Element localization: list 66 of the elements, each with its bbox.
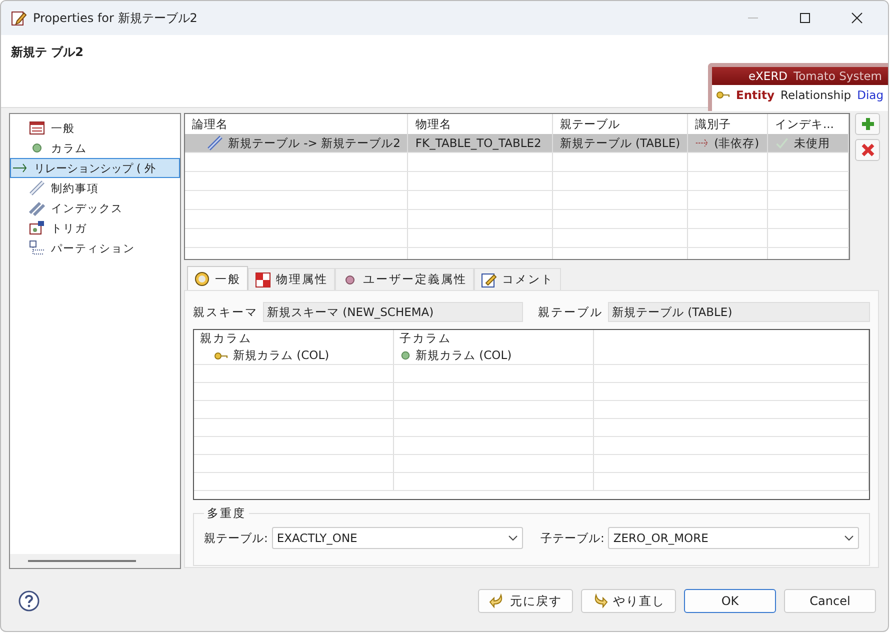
readonly-field[interactable]: 新規テーブル (TABLE) xyxy=(608,302,870,322)
table-icon xyxy=(29,120,45,136)
maximize-icon[interactable] xyxy=(799,12,811,24)
close-icon xyxy=(860,143,874,157)
banner-label: Relationship xyxy=(780,88,852,102)
table-cell: (非依存) xyxy=(714,136,760,150)
table-cell: 未使用 xyxy=(794,136,830,150)
plus-icon xyxy=(860,117,874,131)
help-icon[interactable] xyxy=(18,590,40,612)
edit-icon xyxy=(11,10,27,26)
tab[interactable]: 一般 xyxy=(187,266,248,291)
sidebar-item[interactable]: 制約事項 xyxy=(10,178,180,198)
product-name: eXERD xyxy=(748,69,788,83)
partition-icon xyxy=(29,240,45,256)
trigger-icon xyxy=(29,220,45,236)
table-cell: 新規テーブル (TABLE) xyxy=(560,136,680,150)
chain-icon xyxy=(29,180,45,196)
redo-button[interactable]: やり直し xyxy=(581,589,676,613)
delete-button[interactable] xyxy=(855,139,880,161)
table-row[interactable]: 新規テーブル -> 新規テーブル2 FK_TABLE_TO_TABLE2 新規テーブル (TABLE) (非依存) 未使用 xyxy=(185,134,848,152)
chain-icon xyxy=(207,135,223,151)
note-icon xyxy=(481,272,497,288)
chevron-icon xyxy=(508,535,518,541)
scrollbar-thumb[interactable] xyxy=(28,560,136,562)
field-label: 親テーブル: xyxy=(204,530,268,546)
table-cell: 新規カラム (COL) xyxy=(416,348,512,363)
banner-label: Diag xyxy=(857,88,884,102)
cancel-button[interactable]: Cancel xyxy=(784,589,876,613)
tab[interactable]: コメント xyxy=(474,268,561,290)
readonly-field[interactable]: 新規スキーマ (NEW_SCHEMA) xyxy=(263,302,523,322)
ok-button[interactable]: OK xyxy=(684,589,776,613)
tab[interactable]: 物理属性 xyxy=(248,268,335,290)
sidebar-item[interactable]: リレーションシップ ( 外 xyxy=(10,158,180,178)
column-header[interactable]: 子カラム xyxy=(393,330,593,347)
add-button[interactable] xyxy=(855,113,880,135)
sidebar-item[interactable]: インデックス xyxy=(10,198,180,218)
curved-arrow-icon xyxy=(489,593,505,609)
sidebar-item[interactable]: トリガ xyxy=(10,218,180,238)
dot-icon xyxy=(400,350,410,361)
check-icon xyxy=(774,136,789,150)
dropdown[interactable]: ZERO_OR_MORE xyxy=(608,527,859,549)
field-label: 親テーブル xyxy=(538,304,603,320)
sidebar-item[interactable]: カラム xyxy=(10,138,180,158)
key-icon xyxy=(716,91,730,99)
field-label: 親スキーマ xyxy=(193,304,258,320)
sidebar-item[interactable]: パーティション xyxy=(10,238,180,258)
table-cell: 新規カラム (COL) xyxy=(233,348,330,363)
table-cell: 新規テーブル -> 新規テーブル2 xyxy=(228,136,400,150)
group-title: 多重度 xyxy=(206,506,247,521)
page-title: 新規テ ブル2 xyxy=(11,44,84,61)
checker-icon xyxy=(255,272,271,288)
dropdown[interactable]: EXACTLY_ONE xyxy=(272,527,522,549)
curved-arrow-icon xyxy=(592,593,608,609)
sidebar-item[interactable]: 一般 xyxy=(10,118,180,138)
undo-button[interactable]: 元に戻す xyxy=(478,589,573,613)
chevron-icon xyxy=(844,535,854,541)
table-cell: FK_TABLE_TO_TABLE2 xyxy=(415,136,542,150)
close-icon[interactable] xyxy=(851,12,863,24)
window-title: Properties for 新規テーブル2 xyxy=(33,10,198,26)
column-header[interactable]: 親カラム xyxy=(194,330,393,347)
field-label: 子テーブル: xyxy=(540,530,604,546)
circle-icon xyxy=(194,271,210,287)
chain-icon xyxy=(29,200,45,216)
tab[interactable]: ユーザー定義属性 xyxy=(335,268,474,290)
product-subtitle: Tomato System xyxy=(794,69,882,83)
banner-label: Entity xyxy=(736,88,774,102)
